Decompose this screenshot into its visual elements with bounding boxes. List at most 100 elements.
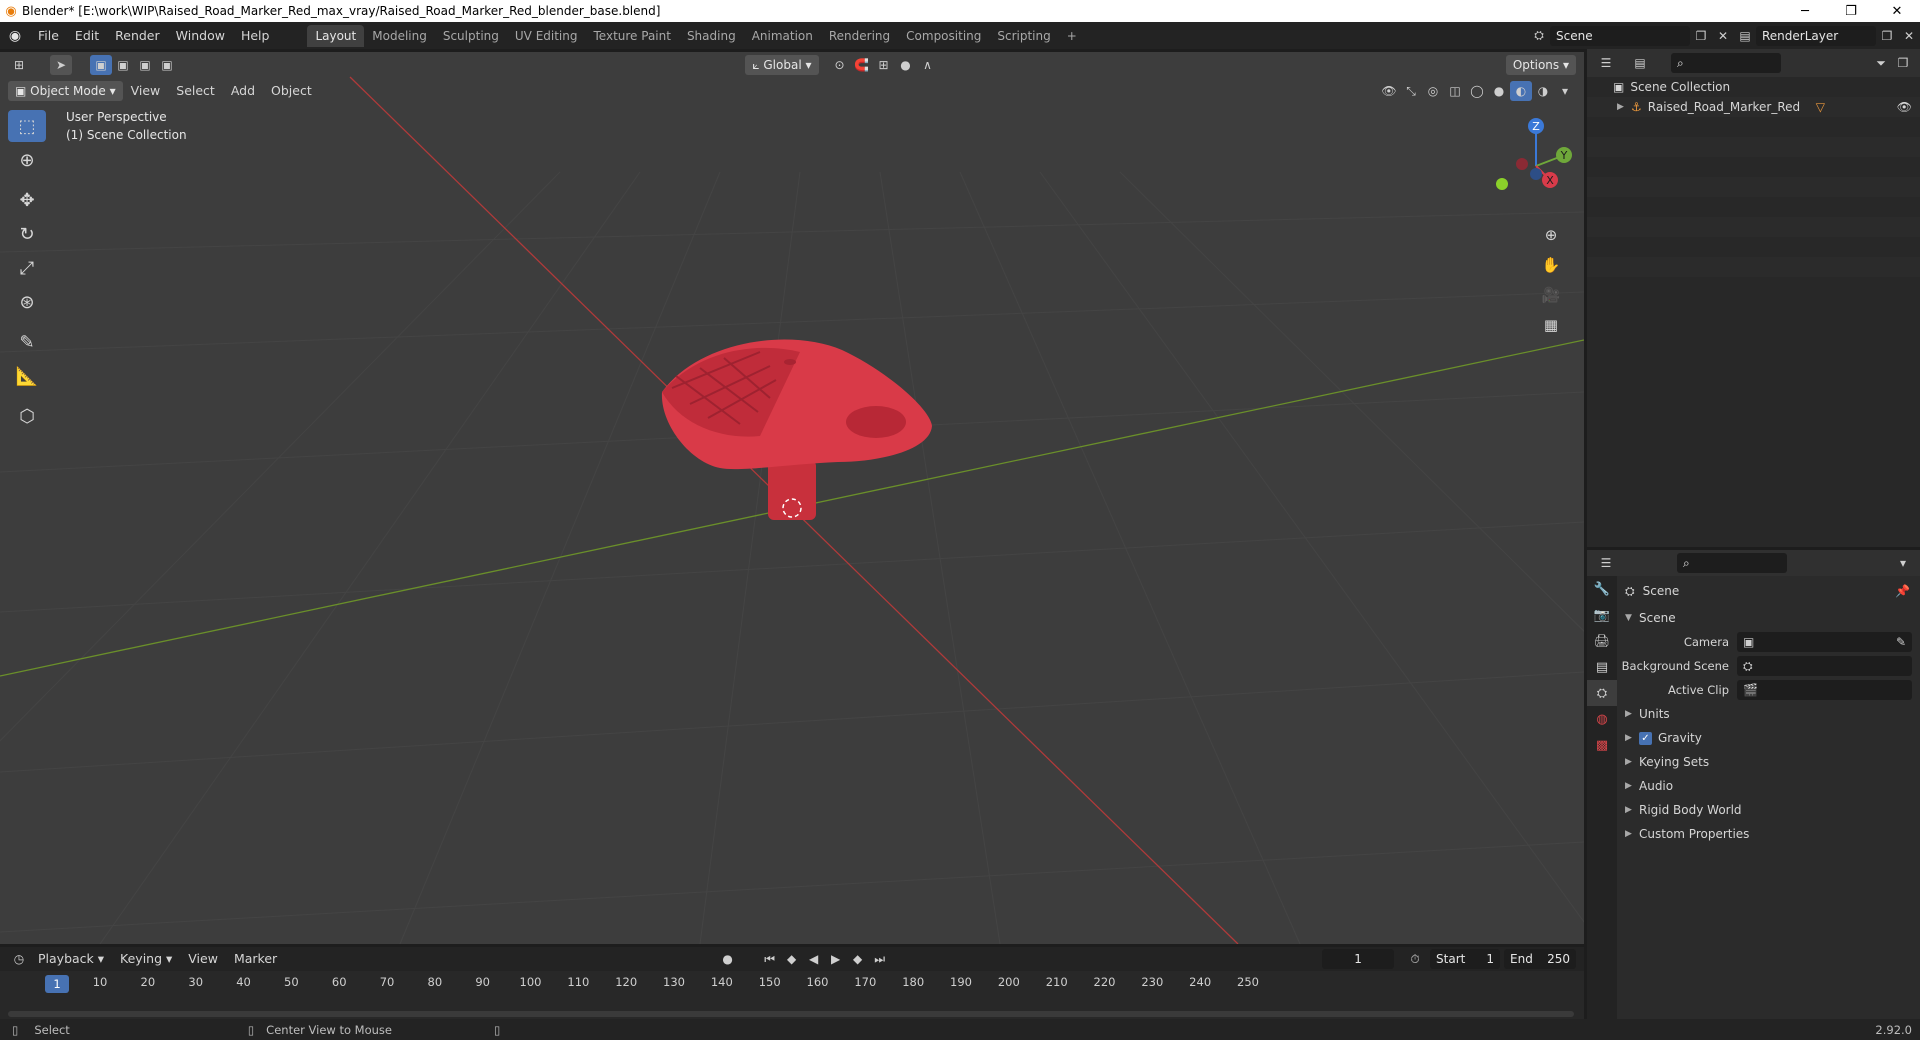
editor-type-icon[interactable]: ⊞: [8, 55, 30, 75]
close-button[interactable]: ✕: [1874, 0, 1920, 22]
falloff-icon[interactable]: ∧: [917, 55, 939, 75]
keying-sets-panel-header[interactable]: ▶ Keying Sets: [1617, 750, 1920, 774]
view-layer-selector[interactable]: RenderLayer: [1756, 25, 1876, 46]
world-tab-icon[interactable]: ◍: [1587, 706, 1617, 732]
xray-toggle-icon[interactable]: ◫: [1444, 81, 1466, 101]
viewport-menu-view[interactable]: View: [123, 80, 169, 102]
view-layer-tab-icon[interactable]: ▤: [1587, 654, 1617, 680]
blender-menu-icon[interactable]: ◉: [0, 25, 30, 47]
pivot-point-icon[interactable]: ⊙: [829, 55, 851, 75]
axis-gizmo[interactable]: Z Y X: [1488, 108, 1578, 218]
pin-icon[interactable]: 📌: [1895, 584, 1910, 598]
start-frame-field[interactable]: Start 1: [1430, 949, 1501, 969]
transform-orientation-dropdown[interactable]: ⟀ Global ▾: [745, 55, 819, 75]
snap-target-icon[interactable]: ⊞: [873, 55, 895, 75]
gravity-checkbox[interactable]: ✓: [1639, 731, 1652, 745]
timeline-menu-playback[interactable]: Playback ▾: [30, 948, 112, 970]
outliner-scene-collection[interactable]: ▣ Scene Collection: [1587, 77, 1920, 97]
menu-edit[interactable]: Edit: [67, 25, 107, 47]
new-view-layer-icon[interactable]: ❐: [1876, 26, 1898, 46]
visibility-eye-icon[interactable]: 👁: [1897, 100, 1912, 114]
menu-render[interactable]: Render: [107, 25, 168, 47]
restore-button[interactable]: ❐: [1828, 0, 1874, 22]
scale-tool-icon[interactable]: ⤢: [8, 252, 46, 284]
outliner-search-input[interactable]: ⌕: [1671, 53, 1781, 73]
gizmo-toggle-icon[interactable]: ⤡: [1400, 81, 1422, 101]
add-cube-tool-icon[interactable]: ⬡: [8, 400, 46, 432]
rotate-tool-icon[interactable]: ↻: [8, 218, 46, 250]
tab-sculpting[interactable]: Sculpting: [435, 25, 507, 47]
filter-icon[interactable]: ⏷: [1870, 53, 1892, 73]
timeline-menu-keying[interactable]: Keying ▾: [112, 948, 180, 970]
select-tool-icon[interactable]: ➤: [50, 55, 72, 75]
ortho-toggle-icon[interactable]: ▦: [1536, 311, 1566, 339]
background-scene-field[interactable]: ⛭: [1737, 656, 1912, 676]
outliner-editor-type-icon[interactable]: ☰: [1595, 53, 1617, 73]
tab-scripting[interactable]: Scripting: [989, 25, 1058, 47]
scene-panel-header[interactable]: ▼ Scene: [1617, 606, 1920, 630]
render-tab-icon[interactable]: 📷: [1587, 602, 1617, 628]
cursor-tool-icon[interactable]: ⊕: [8, 144, 46, 176]
scene-icon[interactable]: ⛭: [1528, 26, 1550, 46]
overlay-toggle-icon[interactable]: ◎: [1422, 81, 1444, 101]
select-box-tool-icon[interactable]: ⬚: [8, 110, 46, 142]
properties-options-icon[interactable]: ▾: [1892, 553, 1914, 573]
display-mode-icon[interactable]: ▤: [1629, 53, 1651, 73]
rendered-shading-icon[interactable]: ◑: [1532, 81, 1554, 101]
gravity-panel-header[interactable]: ▶ ✓ Gravity: [1617, 726, 1920, 750]
custom-properties-panel-header[interactable]: ▶ Custom Properties: [1617, 822, 1920, 846]
playhead[interactable]: 1: [45, 975, 69, 993]
timeline-editor-type-icon[interactable]: ◷: [8, 949, 30, 969]
timeline-ruler[interactable]: 1 10 20 30 40 50 60 70 80 90 100 110 120 130 140 150 16…: [0, 971, 1584, 1019]
scene-selector[interactable]: Scene: [1550, 25, 1690, 46]
menu-window[interactable]: Window: [168, 25, 233, 47]
tab-layout[interactable]: Layout: [307, 24, 365, 47]
viewport-menu-object[interactable]: Object: [263, 80, 320, 102]
menu-file[interactable]: File: [30, 25, 67, 47]
eyedropper-icon[interactable]: ✎: [1896, 635, 1906, 649]
viewport-menu-add[interactable]: Add: [223, 80, 263, 102]
transform-tool-icon[interactable]: ⊛: [8, 286, 46, 318]
mode-dropdown[interactable]: ▣ Object Mode ▾: [8, 81, 123, 101]
select-subtract-icon[interactable]: ▣: [134, 55, 156, 75]
expand-arrow-icon[interactable]: ▶: [1617, 102, 1631, 112]
visibility-icon[interactable]: 👁: [1378, 81, 1400, 101]
texture-tab-icon[interactable]: ▩: [1587, 732, 1617, 758]
move-tool-icon[interactable]: ✥: [8, 184, 46, 216]
jump-keyframe-forward-icon[interactable]: ◆: [847, 949, 869, 969]
select-new-icon[interactable]: ▣: [90, 55, 112, 75]
pan-hand-icon[interactable]: ✋: [1536, 251, 1566, 279]
current-frame-field[interactable]: 1: [1322, 949, 1395, 969]
tab-compositing[interactable]: Compositing: [898, 25, 989, 47]
minimize-button[interactable]: ─: [1782, 0, 1828, 22]
scene-tab-icon[interactable]: ⛭: [1587, 680, 1617, 706]
delete-scene-icon[interactable]: ✕: [1712, 26, 1734, 46]
jump-end-icon[interactable]: ⏭: [869, 949, 891, 969]
view-layer-icon[interactable]: ▤: [1734, 26, 1756, 46]
measure-tool-icon[interactable]: 📐: [8, 360, 46, 392]
wireframe-shading-icon[interactable]: ◯: [1466, 81, 1488, 101]
tool-tab-icon[interactable]: 🔧: [1587, 576, 1617, 602]
material-shading-icon[interactable]: ◐: [1510, 81, 1532, 101]
proportional-edit-icon[interactable]: ●: [895, 55, 917, 75]
delete-view-layer-icon[interactable]: ✕: [1898, 26, 1920, 46]
viewport-menu-select[interactable]: Select: [168, 80, 223, 102]
shading-options-icon[interactable]: ▾: [1554, 81, 1576, 101]
annotate-tool-icon[interactable]: ✎: [8, 326, 46, 358]
timeline-scrollbar[interactable]: [8, 1011, 1574, 1017]
tab-shading[interactable]: Shading: [679, 25, 744, 47]
auto-keying-icon[interactable]: ●: [717, 949, 739, 969]
tab-uv-editing[interactable]: UV Editing: [507, 25, 586, 47]
zoom-icon[interactable]: ⊕: [1536, 221, 1566, 249]
menu-help[interactable]: Help: [233, 25, 278, 47]
audio-panel-header[interactable]: ▶ Audio: [1617, 774, 1920, 798]
outliner-item[interactable]: ▶ ⚓ Raised_Road_Marker_Red ▽ 👁: [1587, 97, 1920, 117]
options-dropdown[interactable]: Options ▾: [1505, 55, 1577, 75]
camera-field[interactable]: ▣ ✎: [1737, 632, 1912, 652]
play-reverse-icon[interactable]: ◀: [803, 949, 825, 969]
rigid-body-world-panel-header[interactable]: ▶ Rigid Body World: [1617, 798, 1920, 822]
preview-range-icon[interactable]: ⏱: [1404, 949, 1426, 969]
navigation-gizmo[interactable]: Z Y X ⊕ ✋ 🎥 ▦: [1488, 108, 1578, 358]
tab-modeling[interactable]: Modeling: [364, 25, 435, 47]
output-tab-icon[interactable]: 🖨: [1587, 628, 1617, 654]
